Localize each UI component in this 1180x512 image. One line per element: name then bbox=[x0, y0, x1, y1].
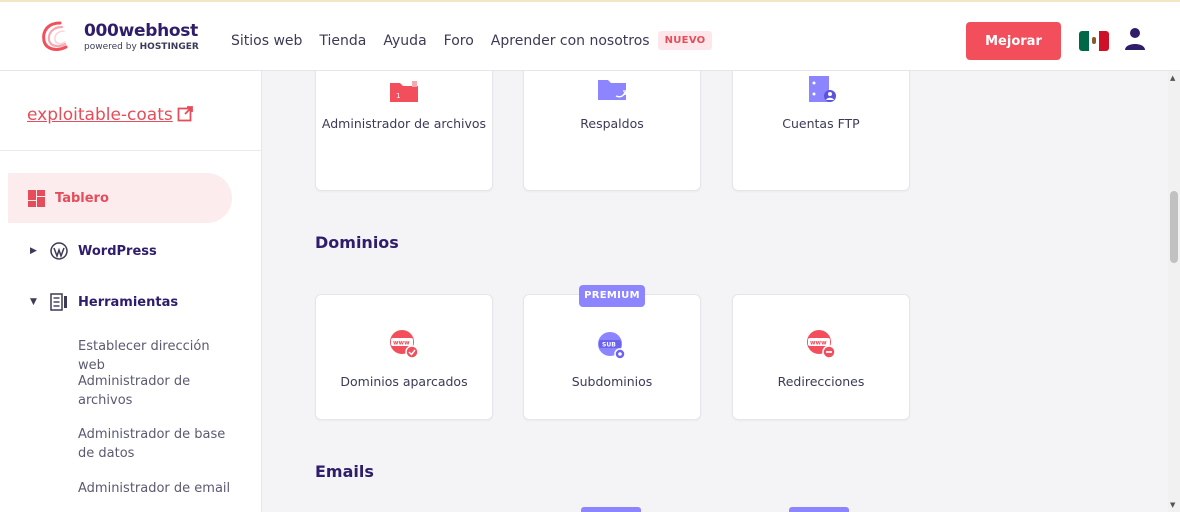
sidebar-item-herramientas[interactable]: ▼ Herramientas bbox=[0, 277, 178, 327]
premium-badge-peek bbox=[581, 507, 641, 512]
card-label: Dominios aparcados bbox=[340, 374, 468, 389]
nav-tienda[interactable]: Tienda bbox=[319, 33, 366, 49]
powered-by: powered by HOSTINGER bbox=[84, 42, 199, 52]
subdomains-icon: SUB bbox=[598, 332, 626, 360]
file-manager-icon: 1 bbox=[390, 81, 418, 102]
powered-brand: HOSTINGER bbox=[139, 42, 199, 52]
new-badge: NUEVO bbox=[657, 31, 713, 50]
sidebar-item-label: Herramientas bbox=[78, 294, 179, 310]
sidebar: exploitable-coats Tablero ▶ WordPress ▼ … bbox=[0, 71, 262, 512]
svg-text:1: 1 bbox=[396, 92, 400, 100]
site-link[interactable]: exploitable-coats bbox=[27, 105, 193, 125]
brand-name: 000webhost bbox=[84, 21, 198, 41]
logo[interactable]: 000webhost powered by HOSTINGER bbox=[40, 17, 210, 59]
svg-text:www: www bbox=[393, 340, 410, 347]
svg-text:SUB: SUB bbox=[602, 342, 616, 349]
caret-right-icon: ▶ bbox=[30, 246, 37, 256]
upgrade-button[interactable]: Mejorar bbox=[966, 22, 1061, 60]
card-label: Respaldos bbox=[580, 116, 644, 131]
svg-text:www: www bbox=[810, 340, 827, 347]
external-link-icon bbox=[177, 106, 193, 122]
nav-sitios-web[interactable]: Sitios web bbox=[231, 33, 302, 49]
backups-icon bbox=[598, 80, 627, 100]
redirects-icon: www bbox=[807, 330, 836, 359]
sidebar-subitem-web-address[interactable]: Establecer dirección web bbox=[78, 337, 238, 375]
dashboard-icon bbox=[28, 189, 45, 207]
scroll-up-arrow-icon[interactable]: ▲ bbox=[1170, 74, 1175, 82]
card-subdomains[interactable]: SUB Subdominios bbox=[523, 294, 701, 420]
card-label: Subdominios bbox=[571, 374, 653, 389]
scroll-down-arrow-icon[interactable]: ▼ bbox=[1170, 501, 1175, 509]
top-navigation-bar: 000webhost powered by HOSTINGER Sitios w… bbox=[0, 0, 1180, 71]
user-account-icon[interactable] bbox=[1124, 27, 1146, 51]
page-scrollbar[interactable]: ▲ ▼ bbox=[1168, 71, 1180, 512]
sidebar-item-wordpress[interactable]: ▶ WordPress bbox=[0, 226, 157, 276]
site-name: exploitable-coats bbox=[27, 105, 173, 125]
sidebar-divider bbox=[0, 150, 262, 151]
powered-prefix: powered by bbox=[84, 42, 140, 52]
card-backups[interactable]: Respaldos bbox=[523, 71, 701, 191]
card-label: Cuentas FTP bbox=[782, 116, 860, 131]
premium-badge-peek bbox=[789, 507, 849, 512]
tools-icon bbox=[50, 293, 67, 311]
card-label: Administrador de archivos bbox=[321, 116, 487, 131]
caret-down-icon: ▼ bbox=[30, 297, 37, 307]
sidebar-item-label: WordPress bbox=[78, 243, 157, 259]
ftp-accounts-icon bbox=[809, 76, 836, 102]
nav-ayuda[interactable]: Ayuda bbox=[383, 33, 426, 49]
sidebar-item-tablero[interactable]: Tablero bbox=[8, 173, 232, 223]
card-parked-domains[interactable]: www Dominios aparcados bbox=[315, 294, 493, 420]
nav-foro[interactable]: Foro bbox=[444, 33, 474, 49]
language-flag-icon[interactable] bbox=[1079, 31, 1109, 51]
card-redirects[interactable]: www Redirecciones bbox=[732, 294, 910, 420]
wordpress-icon bbox=[50, 242, 68, 260]
sidebar-subitem-file-manager[interactable]: Administrador de archivos bbox=[78, 372, 238, 410]
card-label: Redirecciones bbox=[777, 374, 865, 389]
card-ftp-accounts[interactable]: Cuentas FTP bbox=[732, 71, 910, 191]
nav-aprender[interactable]: Aprender con nosotros bbox=[491, 33, 650, 49]
sidebar-subitem-email-manager[interactable]: Administrador de email bbox=[78, 479, 238, 498]
main-content: 1 Administrador de archivos Respaldos Cu… bbox=[263, 71, 1168, 512]
premium-badge: PREMIUM bbox=[579, 285, 645, 307]
main-nav: Sitios web Tienda Ayuda Foro Aprender co… bbox=[231, 31, 713, 50]
logo-swoosh-icon bbox=[42, 21, 68, 51]
section-title-domains: Dominios bbox=[315, 233, 399, 252]
sidebar-subitem-database-manager[interactable]: Administrador de base de datos bbox=[78, 425, 238, 463]
parked-domains-icon: www bbox=[390, 330, 419, 359]
section-title-emails: Emails bbox=[315, 462, 374, 481]
scrollbar-thumb[interactable] bbox=[1170, 191, 1178, 263]
card-file-manager[interactable]: 1 Administrador de archivos bbox=[315, 71, 493, 191]
sidebar-item-label: Tablero bbox=[55, 190, 109, 206]
